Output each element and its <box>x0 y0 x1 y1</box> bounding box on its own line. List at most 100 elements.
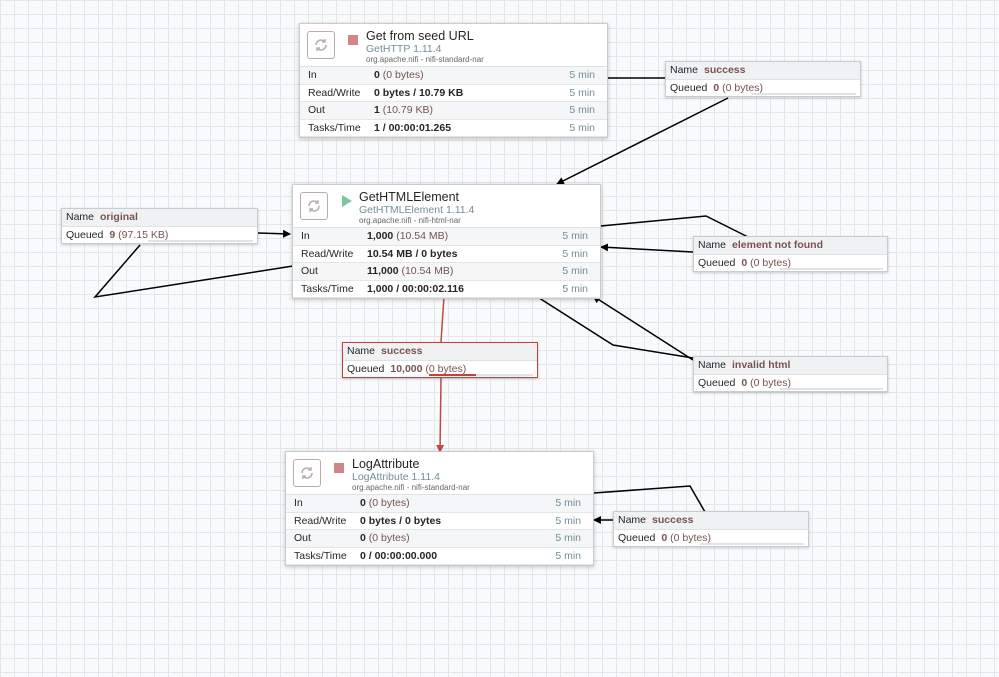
connection-name: invalid html <box>732 359 791 371</box>
stat-row-in: In 0 (0 bytes) 5 min <box>300 67 607 85</box>
stat-window: 5 min <box>562 247 588 260</box>
connection-queued-size: (0 bytes) <box>750 256 791 269</box>
connection-name-label: Name <box>670 64 699 76</box>
stop-icon[interactable] <box>348 35 358 45</box>
processor-type: GetHTMLElement 1.11.4 <box>359 204 475 216</box>
stat-label: Read/Write <box>308 86 361 99</box>
link-elementnotfound-loop <box>600 215 749 238</box>
connection-queued-count: 0 <box>741 256 748 269</box>
connection-name-row: Name success <box>666 62 860 80</box>
stat-number: 1 <box>374 104 380 116</box>
connection-queued-count: 9 <box>109 228 116 241</box>
connection-queued-size: (0 bytes) <box>750 376 791 389</box>
stat-window: 5 min <box>555 514 581 527</box>
connection-queued-count: 0 <box>741 376 748 389</box>
connection-queued-size: (0 bytes) <box>425 362 467 375</box>
stat-window: 5 min <box>562 230 588 242</box>
stat-row-out: Out 0 (0 bytes) 5 min <box>286 530 593 548</box>
processor-stats: In 1,000 (10.54 MB) 5 min Read/Write 10.54 M… <box>293 228 600 298</box>
stat-size: (10.79 KB) <box>382 104 433 116</box>
connection-name-row: Name success <box>343 343 537 361</box>
stat-row-out: Out 1 (10.79 KB) 5 min <box>300 102 607 120</box>
connection-name-label: Name <box>347 345 376 357</box>
connection-name-label: Name <box>618 514 647 526</box>
connection-queued-size: (97.15 KB) <box>118 228 169 241</box>
stat-number: 0 <box>360 497 366 509</box>
stat-row-tasks-time: Tasks/Time 1,000 / 00:00:02.116 5 min <box>293 280 600 298</box>
stat-label: Read/Write <box>301 247 354 260</box>
queue-progress-bar <box>752 93 856 95</box>
processor-logattribute[interactable]: LogAttribute LogAttribute 1.11.4 org.apa… <box>285 451 594 566</box>
processor-icon <box>307 31 335 59</box>
connection-label-success-2[interactable]: Name success Queued 10,000 (0 bytes) <box>342 342 538 378</box>
connection-name: original <box>100 211 138 223</box>
processor-icon <box>293 459 321 487</box>
stop-icon[interactable] <box>334 463 344 473</box>
stat-size: (0 bytes) <box>382 69 424 81</box>
connection-queued-row: Queued 0 (0 bytes) <box>614 530 808 547</box>
stat-label: Out <box>301 265 318 277</box>
connection-label-success-1[interactable]: Name success Queued 0 (0 bytes) <box>665 61 861 97</box>
processor-bundle: org.apache.nifi - nifi-html-nar <box>359 216 461 225</box>
flow-canvas[interactable]: Get from seed URL GetHTTP 1.11.4 org.apa… <box>0 0 999 677</box>
connection-name-row: Name element not found <box>694 237 887 255</box>
connection-queued-row: Queued 0 (0 bytes) <box>694 375 887 392</box>
connection-name-label: Name <box>66 211 95 223</box>
connection-queued-count: 0 <box>661 531 668 544</box>
stat-window: 5 min <box>569 104 595 116</box>
stat-label: Out <box>294 532 311 544</box>
connection-queued-label: Queued <box>698 376 736 389</box>
processor-get-from-seed-url[interactable]: Get from seed URL GetHTTP 1.11.4 org.apa… <box>299 23 608 138</box>
stat-window: 5 min <box>555 497 581 509</box>
stat-number: 0 <box>360 532 366 544</box>
stat-size: (10.54 MB) <box>401 265 454 277</box>
processor-header: Get from seed URL GetHTTP 1.11.4 org.apa… <box>300 24 607 67</box>
stat-row-read-write: Read/Write 10.54 MB / 0 bytes 5 min <box>293 245 600 263</box>
processor-bundle: org.apache.nifi - nifi-standard-nar <box>352 483 470 492</box>
link-elementnotfound-in <box>600 243 694 253</box>
stat-label: In <box>308 69 317 81</box>
connection-queued-label: Queued <box>66 228 104 241</box>
connection-name-label: Name <box>698 239 727 251</box>
connection-queued-label: Queued <box>698 256 736 269</box>
stat-label: Out <box>308 104 325 116</box>
stat-row-in: In 0 (0 bytes) 5 min <box>286 495 593 513</box>
connection-queued-row: Queued 9 (97.15 KB) <box>62 227 257 244</box>
connection-name: success <box>381 345 423 357</box>
processor-gethtmlelement[interactable]: GetHTMLElement GetHTMLElement 1.11.4 org… <box>292 184 601 299</box>
stat-value: 1 / 00:00:01.265 <box>374 120 451 137</box>
processor-stats: In 0 (0 bytes) 5 min Read/Write 0 bytes / 0 … <box>286 495 593 565</box>
connection-name-row: Name invalid html <box>694 357 887 375</box>
connection-queued-row: Queued 0 (0 bytes) <box>694 255 887 272</box>
link-original-in <box>257 229 291 238</box>
stat-number: 0 / 00:00:00.000 <box>360 549 438 562</box>
stat-value: 0 (0 bytes) <box>360 530 410 547</box>
processor-name: GetHTMLElement <box>359 190 460 204</box>
stat-value: 11,000 (10.54 MB) <box>367 263 453 280</box>
stat-label: Tasks/Time <box>308 121 361 134</box>
stat-value: 0 bytes / 10.79 KB <box>374 85 463 102</box>
connection-label-original[interactable]: Name original Queued 9 (97.15 KB) <box>61 208 258 244</box>
stat-number: 11,000 <box>367 265 399 277</box>
connection-queued-row: Queued 0 (0 bytes) <box>666 80 860 97</box>
connection-label-invalid-html[interactable]: Name invalid html Queued 0 (0 bytes) <box>693 356 888 392</box>
link-original-loop <box>93 244 294 299</box>
connection-name: success <box>652 514 694 526</box>
connection-queued-label: Queued <box>618 531 656 544</box>
processor-header: LogAttribute LogAttribute 1.11.4 org.apa… <box>286 452 593 495</box>
connection-label-success-3[interactable]: Name success Queued 0 (0 bytes) <box>613 511 809 547</box>
stat-number: 1,000 <box>367 230 394 242</box>
stat-size: (10.54 MB) <box>396 230 449 242</box>
queue-progress-bar <box>148 240 253 242</box>
connection-queued-size: (0 bytes) <box>722 81 763 94</box>
stat-window: 5 min <box>569 86 595 99</box>
connection-name: success <box>704 64 746 76</box>
processor-stats: In 0 (0 bytes) 5 min Read/Write 0 bytes / 10… <box>300 67 607 137</box>
stat-value: 0 / 00:00:00.000 <box>360 548 437 565</box>
stat-label: Read/Write <box>294 514 347 527</box>
connection-label-element-not-found[interactable]: Name element not found Queued 0 (0 bytes) <box>693 236 888 272</box>
stat-window: 5 min <box>562 265 588 277</box>
play-icon[interactable] <box>342 195 352 207</box>
stat-number: 1,000 / 00:00:02.116 <box>367 282 464 295</box>
connection-queued-count: 0 <box>713 81 720 94</box>
